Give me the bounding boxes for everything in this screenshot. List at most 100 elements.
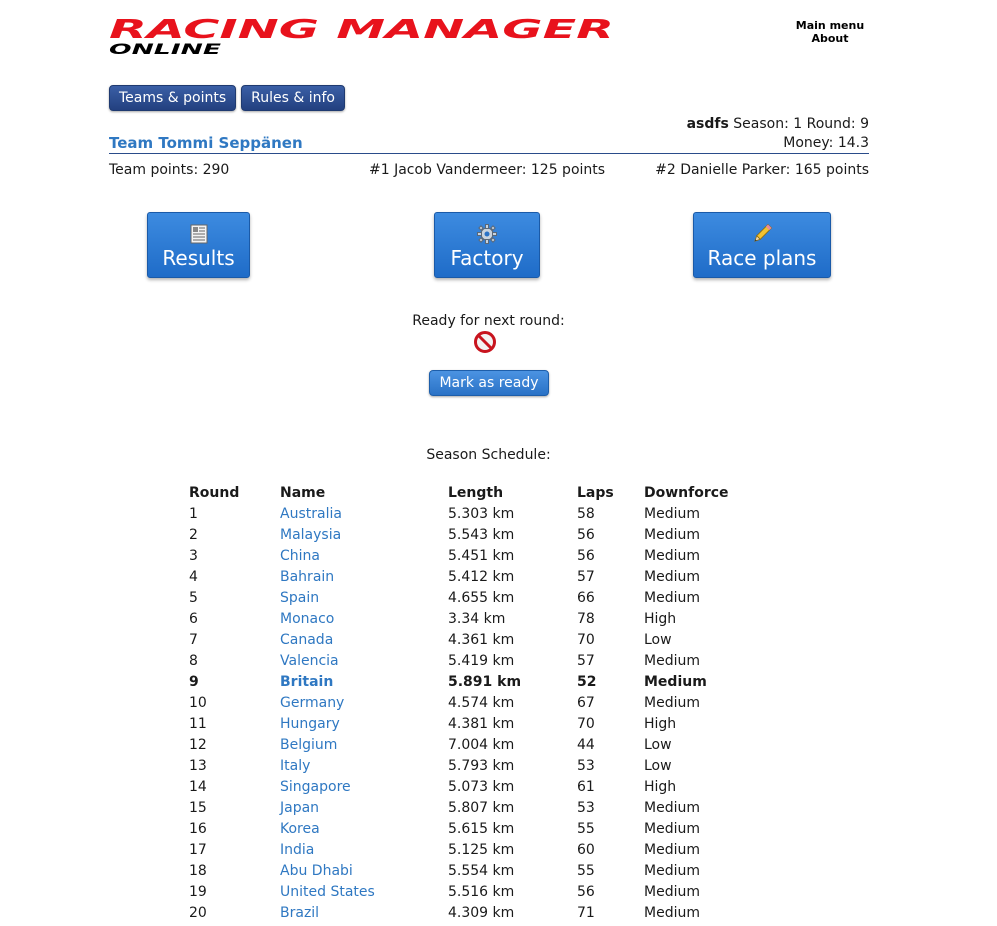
main-menu-link[interactable]: Main menu [790, 19, 870, 32]
gear-icon [476, 223, 498, 245]
downforce-cell: High [644, 715, 677, 732]
laps-cell: 56 [577, 883, 595, 900]
schedule-header-row: Round Name Length Laps Downforce [186, 482, 751, 503]
table-row: 9 Britain 5.891 km 52 Medium [186, 671, 751, 692]
circuit-name-link[interactable]: Belgium [280, 737, 337, 753]
round-cell: 7 [189, 631, 198, 648]
season-schedule-table: Round Name Length Laps Downforce 1 Austra… [186, 482, 751, 923]
circuit-name-link[interactable]: Brazil [280, 905, 319, 921]
table-row: 19 United States 5.516 km 56 Medium [186, 881, 751, 902]
circuit-name-link[interactable]: Italy [280, 758, 310, 774]
circuit-name-link[interactable]: Australia [280, 506, 342, 522]
header-round: Round [189, 484, 240, 501]
circuit-name-link[interactable]: Malaysia [280, 527, 341, 543]
round-cell: 4 [189, 568, 198, 585]
laps-cell: 52 [577, 673, 597, 690]
downforce-cell: Low [644, 736, 672, 753]
tab-rules-info[interactable]: Rules & info [241, 85, 345, 111]
results-button[interactable]: Results [147, 212, 250, 278]
round-cell: 8 [189, 652, 198, 669]
name-cell: Germany [277, 692, 445, 713]
laps-cell: 70 [577, 715, 595, 732]
name-cell: Valencia [277, 650, 445, 671]
downforce-cell: Medium [644, 526, 700, 543]
table-row: 15 Japan 5.807 km 53 Medium [186, 797, 751, 818]
results-label: Results [162, 246, 235, 270]
header-downforce: Downforce [644, 484, 729, 501]
circuit-name-link[interactable]: Britain [280, 674, 333, 690]
logo-line1: RACING MANAGER [109, 18, 614, 45]
logo-line2: ONLINE [109, 42, 222, 58]
length-cell: 5.807 km [448, 799, 515, 816]
round-cell: 12 [189, 736, 207, 753]
length-cell: 5.615 km [448, 820, 515, 837]
name-cell: Abu Dhabi [277, 860, 445, 881]
circuit-name-link[interactable]: Abu Dhabi [280, 863, 353, 879]
table-row: 1 Australia 5.303 km 58 Medium [186, 503, 751, 524]
laps-cell: 57 [577, 568, 595, 585]
downforce-cell: Low [644, 757, 672, 774]
downforce-cell: Medium [644, 652, 700, 669]
circuit-name-link[interactable]: United States [280, 884, 375, 900]
laps-cell: 56 [577, 526, 595, 543]
table-row: 6 Monaco 3.34 km 78 High [186, 608, 751, 629]
circuit-name-link[interactable]: Hungary [280, 716, 340, 732]
downforce-cell: Medium [644, 841, 700, 858]
ready-label: Ready for next round: [412, 313, 565, 329]
circuit-name-link[interactable]: Bahrain [280, 569, 334, 585]
laps-cell: 66 [577, 589, 595, 606]
driver2-points: #2 Danielle Parker: 165 points [655, 162, 869, 178]
about-link[interactable]: About [790, 32, 870, 45]
race-plans-label: Race plans [707, 246, 817, 270]
header-length: Length [448, 484, 504, 501]
name-cell: Italy [277, 755, 445, 776]
length-cell: 4.381 km [448, 715, 515, 732]
circuit-name-link[interactable]: Monaco [280, 611, 334, 627]
top-nav: Main menu About [790, 19, 870, 45]
length-cell: 5.125 km [448, 841, 515, 858]
circuit-name-link[interactable]: Korea [280, 821, 320, 837]
length-cell: 5.543 km [448, 526, 515, 543]
name-cell: Korea [277, 818, 445, 839]
team-points: Team points: 290 [109, 162, 230, 178]
racing-manager-logo[interactable]: RACING MANAGER ONLINE [109, 18, 619, 58]
laps-cell: 67 [577, 694, 595, 711]
circuit-name-link[interactable]: Spain [280, 590, 319, 606]
length-cell: 5.419 km [448, 652, 515, 669]
name-cell: Spain [277, 587, 445, 608]
circuit-name-link[interactable]: Canada [280, 632, 333, 648]
downforce-cell: Medium [644, 505, 700, 522]
downforce-cell: Low [644, 631, 672, 648]
name-cell: China [277, 545, 445, 566]
season-status: asdfs Season: 1 Round: 9 [687, 116, 869, 132]
mark-as-ready-button[interactable]: Mark as ready [429, 370, 549, 396]
circuit-name-link[interactable]: India [280, 842, 314, 858]
length-cell: 4.574 km [448, 694, 515, 711]
table-row: 17 India 5.125 km 60 Medium [186, 839, 751, 860]
laps-cell: 53 [577, 757, 595, 774]
downforce-cell: High [644, 610, 677, 627]
season-round: Season: 1 Round: 9 [733, 116, 869, 132]
table-row: 5 Spain 4.655 km 66 Medium [186, 587, 751, 608]
race-plans-button[interactable]: Race plans [693, 212, 831, 278]
table-row: 11 Hungary 4.381 km 70 High [186, 713, 751, 734]
downforce-cell: Medium [644, 820, 700, 837]
factory-button[interactable]: Factory [434, 212, 540, 278]
tab-bar: Teams & points Rules & info [109, 85, 345, 111]
circuit-name-link[interactable]: Japan [280, 800, 319, 816]
tab-teams-points[interactable]: Teams & points [109, 85, 237, 111]
round-cell: 15 [189, 799, 207, 816]
table-row: 20 Brazil 4.309 km 71 Medium [186, 902, 751, 923]
round-cell: 14 [189, 778, 207, 795]
circuit-name-link[interactable]: Singapore [280, 779, 351, 795]
circuit-name-link[interactable]: China [280, 548, 320, 564]
downforce-cell: Medium [644, 673, 707, 690]
circuit-name-link[interactable]: Germany [280, 695, 344, 711]
team-name: Team Tommi Seppänen [109, 134, 303, 152]
schedule-title: Season Schedule: [426, 447, 551, 463]
table-row: 4 Bahrain 5.412 km 57 Medium [186, 566, 751, 587]
round-cell: 10 [189, 694, 207, 711]
round-cell: 19 [189, 883, 207, 900]
table-row: 7 Canada 4.361 km 70 Low [186, 629, 751, 650]
circuit-name-link[interactable]: Valencia [280, 653, 339, 669]
